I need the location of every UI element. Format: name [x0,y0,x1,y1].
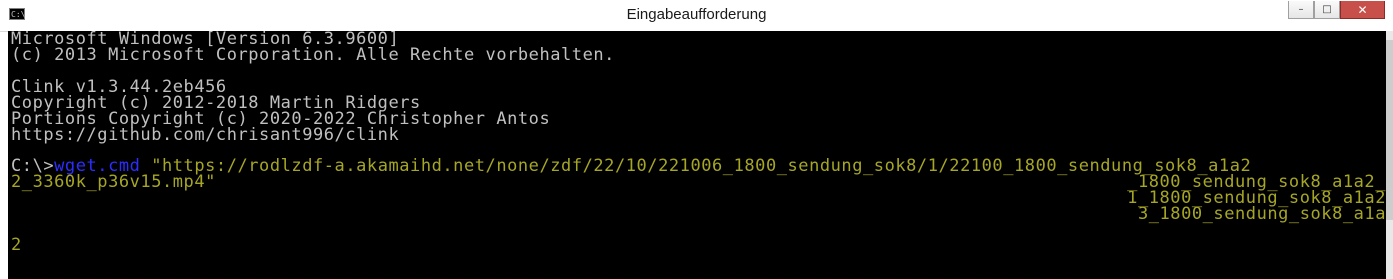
console-line: https://github.com/chrisant996/clink [11,125,400,145]
console-line: (c) 2013 Microsoft Corporation. Alle Rec… [11,45,615,65]
close-button[interactable]: ✕ [1340,1,1385,19]
maximize-button[interactable]: □ [1314,1,1340,19]
title-bar[interactable]: C:\ Eingabeaufforderung – □ ✕ [0,0,1393,32]
window-controls: – □ ✕ [1288,1,1385,19]
console-output[interactable]: Microsoft Windows [Version 6.3.9600] (c)… [8,31,1388,279]
scrollbar-thumb[interactable] [1386,40,1393,220]
window-title: Eingabeaufforderung [626,6,767,23]
cursor-line: 2 [11,235,22,255]
output-fragment: 3_1800_sendung_sok8_a1a [1137,204,1386,224]
command-argument-continued: 2_3360k_p36v15.mp4" [11,172,216,192]
minimize-button[interactable]: – [1288,1,1314,19]
command-argument: "https://rodlzdf-a.akamaihd.net/none/zdf… [140,156,1252,176]
